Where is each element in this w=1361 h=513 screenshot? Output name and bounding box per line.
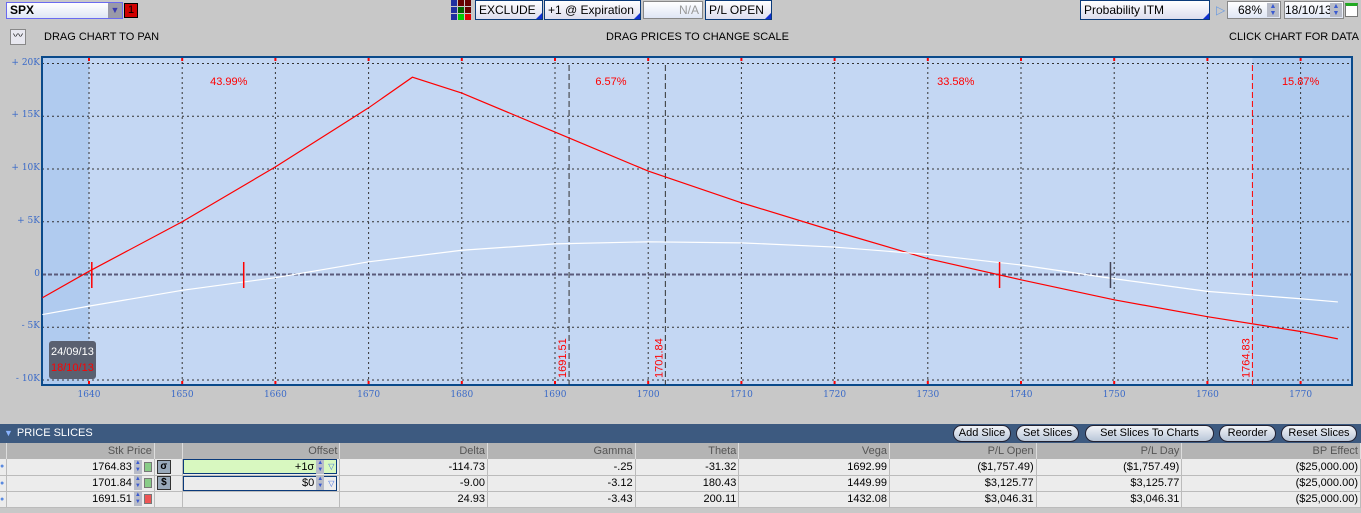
lock-icon[interactable] [143, 461, 152, 472]
offset-type-button[interactable]: $ [156, 476, 171, 490]
offset-dropdown-icon[interactable]: ▽ [328, 462, 334, 471]
col-gamma[interactable]: Gamma [487, 443, 636, 459]
plot-area [42, 57, 1352, 385]
probability-label: 6.57% [595, 76, 626, 88]
row-indicator-icon: ● [0, 459, 8, 476]
lock-icon[interactable] [143, 494, 152, 504]
set-slices-to-charts-button[interactable]: Set Slices To Charts [1085, 425, 1214, 442]
exp-date: 18/10/13 [51, 362, 94, 374]
col-vega[interactable]: Vega [738, 443, 890, 459]
col-pl-open[interactable]: P/L Open [889, 443, 1037, 459]
pl-open: $3,125.77 [889, 475, 1037, 492]
lock-icon[interactable] [143, 478, 152, 488]
col-stk-price[interactable]: Stk Price [6, 443, 155, 459]
vega: 1449.99 [738, 475, 890, 492]
probability-label: 43.99% [210, 76, 248, 88]
theta: 200.11 [635, 491, 740, 508]
row-indicator-icon: ● [0, 475, 8, 492]
offset-value: +1σ [294, 460, 315, 473]
pl-chart[interactable]: 1691.51 1701.84 1764.83 43.99% 6.57% 33.58% 15… [0, 0, 1361, 400]
col-theta[interactable]: Theta [635, 443, 740, 459]
offset-spinner[interactable]: ▲ ▼ [316, 476, 325, 490]
theta: -31.32 [635, 459, 740, 476]
reorder-button[interactable]: Reorder [1219, 425, 1276, 442]
stk-price: 1691.51 [92, 492, 132, 505]
bp-effect: ($25,000.00) [1181, 475, 1361, 492]
col-delta[interactable]: Delta [339, 443, 488, 459]
stk-price: 1764.83 [92, 460, 132, 473]
date-box: 24/09/13 18/10/13 [49, 341, 96, 379]
set-slices-button[interactable]: Set Slices [1016, 425, 1079, 442]
gamma: -3.12 [487, 475, 636, 492]
bp-effect: ($25,000.00) [1181, 459, 1361, 476]
bp-effect: ($25,000.00) [1181, 491, 1361, 508]
row-indicator-icon: ● [0, 491, 8, 508]
reset-slices-button[interactable]: Reset Slices [1281, 425, 1357, 442]
right-shade [1252, 57, 1352, 385]
offset-input[interactable]: +1σ ▲ ▼ ▽ [182, 459, 338, 475]
pl-open: $3,046.31 [889, 491, 1037, 508]
col-bp-effect[interactable]: BP Effect [1181, 443, 1361, 459]
probability-label: 15.87% [1282, 76, 1320, 88]
slice-label: 1701.84 [653, 338, 665, 378]
price-slices-title: PRICE SLICES [16, 427, 93, 439]
delta: 24.93 [339, 491, 488, 508]
pl-open: ($1,757.49) [889, 459, 1037, 476]
price-spinner[interactable]: ▲ ▼ [133, 492, 142, 506]
table-row[interactable]: ● 1691.51 ▲ ▼ 24.93 -3.43 200.11 1432.08 $3,0… [0, 491, 1361, 508]
table-header: Stk Price Offset Delta Gamma Theta Vega … [0, 443, 1361, 459]
price-spinner[interactable]: ▲ ▼ [133, 476, 142, 490]
slice-label: 1691.51 [557, 338, 569, 378]
offset-value: $0 [301, 477, 315, 489]
gamma: -3.43 [487, 491, 636, 508]
pl-day: $3,046.31 [1036, 491, 1183, 508]
theta: 180.43 [635, 475, 740, 492]
left-shade [42, 57, 89, 385]
slice-label: 1764.83 [1240, 338, 1252, 378]
col-offset[interactable]: Offset [182, 443, 341, 459]
offset-dropdown-icon[interactable]: ▽ [328, 479, 334, 488]
collapse-icon[interactable]: ▼ [4, 428, 13, 438]
delta: -9.00 [339, 475, 488, 492]
table-row[interactable]: ● 1764.83 ▲ ▼ σ +1σ ▲ ▼ ▽ -114.73 -.25 -31.32 16… [0, 459, 1361, 476]
pl-day: ($1,757.49) [1036, 459, 1183, 476]
vega: 1692.99 [738, 459, 890, 476]
price-spinner[interactable]: ▲ ▼ [133, 459, 142, 474]
table-row[interactable]: ● 1701.84 ▲ ▼ $ $0 ▲ ▼ ▽ -9.00 -3.12 180.43 1449… [0, 475, 1361, 492]
offset-input[interactable]: $0 ▲ ▼ ▽ [182, 475, 338, 491]
offset-spinner[interactable]: ▲ ▼ [316, 459, 325, 474]
probability-label: 33.58% [937, 76, 975, 88]
vega: 1432.08 [738, 491, 890, 508]
offset-type-button[interactable]: σ [156, 459, 171, 474]
stk-price: 1701.84 [92, 476, 132, 489]
col-pl-day[interactable]: P/L Day [1036, 443, 1183, 459]
slices-table: Stk Price Offset Delta Gamma Theta Vega … [0, 443, 1361, 508]
add-slice-button[interactable]: Add Slice [953, 425, 1011, 442]
today-date: 24/09/13 [51, 346, 94, 358]
pl-day: $3,125.77 [1036, 475, 1183, 492]
gamma: -.25 [487, 459, 636, 476]
delta: -114.73 [339, 459, 488, 476]
